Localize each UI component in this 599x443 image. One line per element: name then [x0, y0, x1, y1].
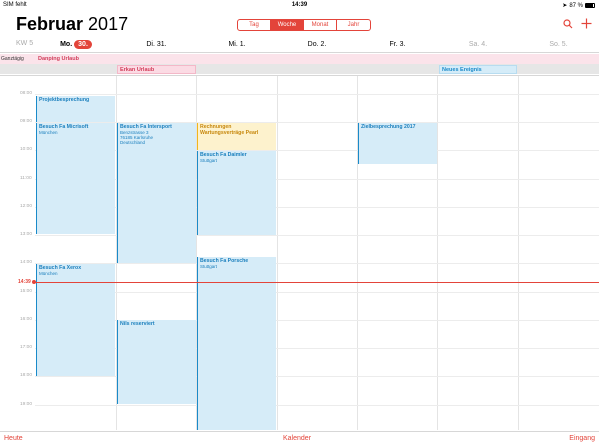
allday-label: Ganztägig [1, 56, 24, 62]
year-text: 2017 [88, 14, 129, 34]
view-month-button[interactable]: Monat [304, 20, 337, 30]
battery-icon [585, 3, 595, 8]
today-button[interactable]: Heute [4, 435, 23, 442]
view-segmented-control: Tag Woche Monat Jahr [237, 19, 371, 31]
event-title: Rechnungen Wartungsverträge Pearl [200, 124, 259, 136]
event-nils-reserviert[interactable]: Nils reserviert [117, 320, 196, 404]
hour-line [35, 263, 599, 264]
day-header-wed[interactable]: Mi. 1. [197, 37, 277, 52]
day-header-fri[interactable]: Fr. 3. [357, 37, 438, 52]
day-header-thu[interactable]: Do. 2. [277, 37, 357, 52]
search-icon[interactable] [563, 16, 573, 34]
event-title: Zielbesprechung 2017 [361, 124, 416, 130]
bottom-toolbar: Heute Kalender Eingang [0, 431, 599, 443]
current-time-dot [32, 280, 36, 284]
event-projektbesprechung[interactable]: Projektbesprechung [36, 96, 115, 122]
day-header-tue[interactable]: Di. 31. [116, 37, 197, 52]
hour-label: 11:00 [20, 176, 32, 181]
today-badge: 30. [74, 40, 92, 49]
hour-line [35, 94, 599, 95]
month-title: Februar 2017 [16, 14, 128, 35]
week-time-grid[interactable]: 08:00 09:00 10:00 11:00 12:00 13:00 14:0… [0, 76, 599, 430]
event-besuch-fa-xerox[interactable]: Besuch Fa Xerox München [36, 264, 115, 376]
inbox-button[interactable]: Eingang [569, 435, 595, 442]
calendar-app: SIM fehlt 14:39 ➤ 87 % Februar 2017 Tag … [0, 0, 599, 443]
status-bar: SIM fehlt 14:39 ➤ 87 % [0, 0, 599, 12]
event-title: Nils reserviert [120, 321, 155, 327]
view-day-button[interactable]: Tag [238, 20, 271, 30]
day-header-sat[interactable]: Sa. 4. [438, 37, 518, 52]
event-rechnungen-wartungsvertraege[interactable]: Rechnungen Wartungsverträge Pearl [197, 123, 276, 150]
hour-label: 19:00 [20, 402, 33, 407]
event-location: München [39, 271, 58, 276]
view-year-button[interactable]: Jahr [337, 20, 370, 30]
hour-label: 09:00 [20, 119, 33, 124]
location-icon: ➤ [562, 3, 568, 9]
week-number: KW 5 [16, 40, 34, 47]
header-divider [0, 52, 599, 53]
current-time-label: 14:39 [18, 279, 31, 285]
calendars-button[interactable]: Kalender [283, 435, 311, 442]
event-zielbesprechung-2017[interactable]: Zielbesprechung 2017 [358, 123, 437, 164]
allday-event-erkan-urlaub[interactable]: Erkan Urlaub [117, 65, 196, 74]
allday-event-danping-urlaub[interactable]: Danping Urlaub [36, 55, 599, 64]
day-header-mon[interactable]: Mo. 30. [36, 37, 116, 52]
event-location: Stuttgart [200, 158, 218, 163]
hour-label: 17:00 [20, 345, 33, 350]
hour-label: 08:00 [20, 91, 33, 96]
day-header-sun[interactable]: So. 5. [518, 37, 599, 52]
clock-text: 14:39 [291, 2, 308, 8]
hour-label: 13:00 [20, 232, 33, 237]
event-besuch-fa-daimler[interactable]: Besuch Fa Daimler Stuttgart [197, 151, 276, 235]
status-right: ➤ 87 % [562, 2, 595, 9]
hour-line [35, 292, 599, 293]
hour-label: 18:00 [20, 373, 33, 378]
hour-label: 15:00 [20, 289, 33, 294]
battery-percent: 87 % [569, 2, 583, 9]
hour-label: 14:00 [20, 260, 33, 265]
event-besuch-fa-micrisoft[interactable]: Besuch Fa Micrisoft München [36, 123, 115, 234]
hour-line [35, 405, 599, 406]
month-name: Februar [16, 14, 84, 34]
event-location: Stuttgart [200, 264, 218, 269]
hour-label: 16:00 [20, 317, 33, 322]
view-week-button[interactable]: Woche [271, 20, 304, 30]
day-label: Mo. [60, 41, 73, 48]
week-day-header: KW 5 Mo. 30. Di. 31. Mi. 1. Do. 2. Fr. 3… [0, 37, 599, 52]
event-location: München [39, 130, 58, 135]
allday-event-neues-ereignis[interactable]: Neues Ereignis [439, 65, 517, 74]
hour-label: 10:00 [20, 147, 33, 152]
plus-icon[interactable] [581, 16, 592, 34]
event-title: Projektbesprechung [39, 97, 90, 103]
current-time-line [35, 282, 599, 283]
event-location: Benzstrasse 3 76185 Karlsruhe Deutschlan… [120, 130, 154, 145]
event-besuch-fa-intersport[interactable]: Besuch Fa Intersport Benzstrasse 3 76185… [117, 123, 196, 263]
hour-label: 12:00 [20, 204, 33, 209]
